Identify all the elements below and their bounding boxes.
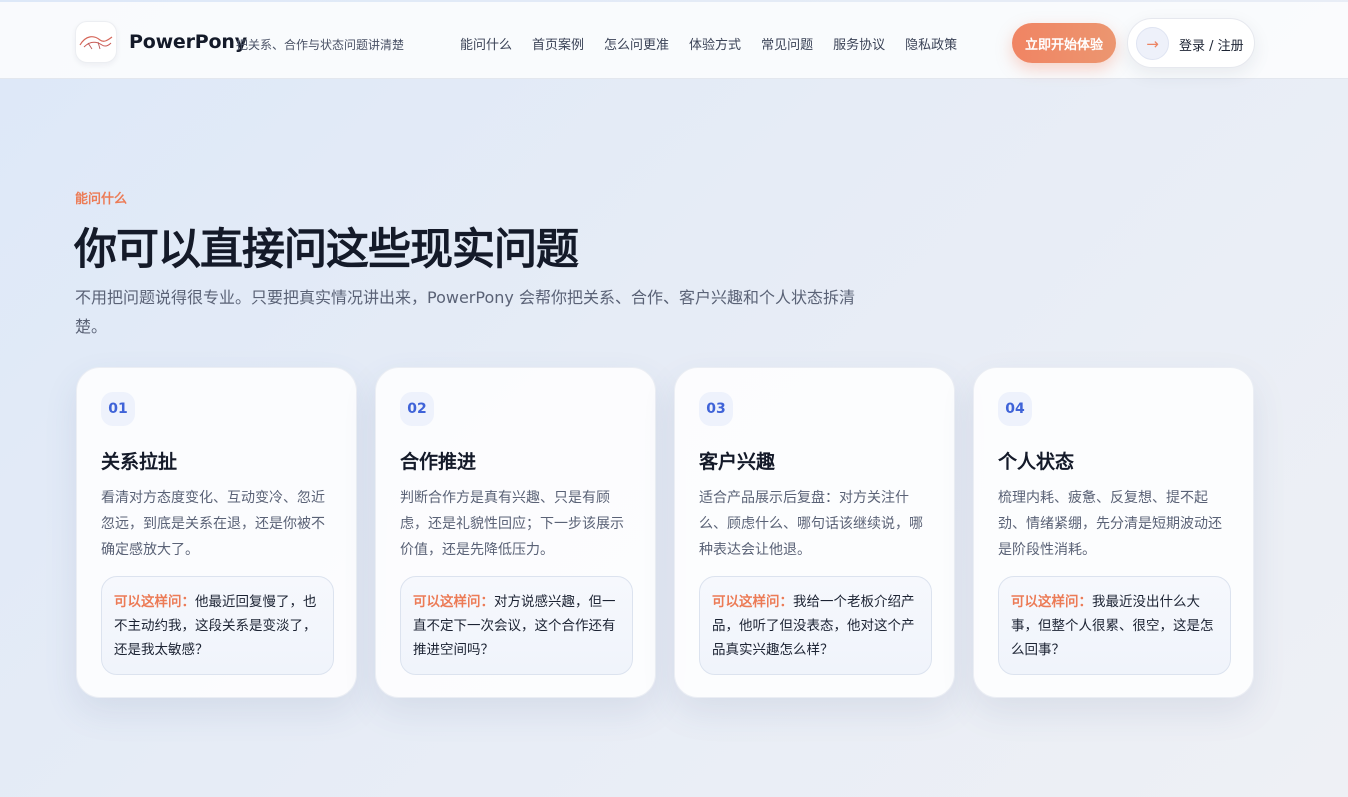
section-lead: 不用把问题说得很专业。只要把真实情况讲出来，PowerPony 会帮你把关系、合… — [75, 288, 855, 336]
example-label: 可以这样问： — [712, 594, 793, 610]
card-description: 看清对方态度变化、互动变冷、忽近忽远，到底是关系在退，还是你被不确定感放大了。 — [101, 490, 325, 558]
card-customer-interest: 03 客户兴趣 适合产品展示后复盘：对方关注什么、顾虑什么、哪句话该继续说，哪种… — [674, 367, 955, 698]
card-title: 客户兴趣 — [699, 451, 776, 473]
pony-logo-icon[interactable] — [75, 21, 117, 63]
start-experience-button[interactable]: 立即开始体验 — [1012, 23, 1116, 63]
nav-link-home-cases[interactable]: 首页案例 — [532, 34, 584, 53]
card-description: 适合产品展示后复盘：对方关注什么、顾虑什么、哪句话该继续说，哪种表达会让他退。 — [699, 490, 923, 558]
example-question-box: 可以这样问：对方说感兴趣，但一直不定下一次会议，这个合作还有推进空间吗？ — [400, 576, 633, 675]
example-label: 可以这样问： — [114, 594, 195, 610]
nav-link-terms[interactable]: 服务协议 — [833, 34, 885, 53]
nav-link-experience[interactable]: 体验方式 — [689, 34, 741, 53]
nav-link-privacy[interactable]: 隐私政策 — [905, 34, 957, 53]
brand-name[interactable]: PowerPony — [129, 31, 247, 53]
example-question-box: 可以这样问：他最近回复慢了，也不主动约我，这段关系是变淡了，还是我太敏感？ — [101, 576, 334, 675]
card-title: 关系拉扯 — [101, 451, 178, 473]
nav-link-what-to-ask[interactable]: 能问什么 — [460, 34, 512, 53]
example-label: 可以这样问： — [413, 594, 494, 610]
section-eyebrow: 能问什么 — [75, 192, 128, 207]
top-navigation-bar: PowerPony 把关系、合作与状态问题讲清楚 能问什么 首页案例 怎么问更准… — [0, 2, 1348, 79]
nav-link-faq[interactable]: 常见问题 — [761, 34, 813, 53]
card-number: 02 — [400, 392, 434, 426]
card-cooperation: 02 合作推进 判断合作方是真有兴趣、只是有顾虑，还是礼貌性回应；下一步该展示价… — [375, 367, 656, 698]
example-question-box: 可以这样问：我给一个老板介绍产品，他听了但没表态，他对这个产品真实兴趣怎么样？ — [699, 576, 932, 675]
card-description: 判断合作方是真有兴趣、只是有顾虑，还是礼貌性回应；下一步该展示价值，还是先降低压… — [400, 490, 624, 558]
example-label: 可以这样问： — [1011, 594, 1092, 610]
example-question-box: 可以这样问：我最近没出什么大事，但整个人很累、很空，这是怎么回事？ — [998, 576, 1231, 675]
main-nav: 能问什么 首页案例 怎么问更准 体验方式 常见问题 服务协议 隐私政策 — [460, 34, 977, 53]
nav-link-how-to-ask[interactable]: 怎么问更准 — [604, 34, 669, 53]
brand-tagline: 把关系、合作与状态问题讲清楚 — [236, 38, 405, 52]
card-number: 01 — [101, 392, 135, 426]
card-title: 合作推进 — [400, 451, 477, 473]
login-register-label: 登录 / 注册 — [1179, 39, 1244, 54]
page-title: 你可以直接问这些现实问题 — [74, 225, 579, 275]
card-number: 04 — [998, 392, 1032, 426]
card-number: 03 — [699, 392, 733, 426]
arrow-right-icon: → — [1136, 27, 1169, 60]
card-title: 个人状态 — [998, 451, 1075, 473]
card-description: 梳理内耗、疲惫、反复想、提不起劲、情绪紧绷，先分清是短期波动还是阶段性消耗。 — [998, 490, 1222, 558]
card-personal-state: 04 个人状态 梳理内耗、疲惫、反复想、提不起劲、情绪紧绷，先分清是短期波动还是… — [973, 367, 1254, 698]
card-relationship: 01 关系拉扯 看清对方态度变化、互动变冷、忽近忽远，到底是关系在退，还是你被不… — [76, 367, 357, 698]
login-register-button[interactable]: → 登录 / 注册 — [1127, 18, 1255, 68]
